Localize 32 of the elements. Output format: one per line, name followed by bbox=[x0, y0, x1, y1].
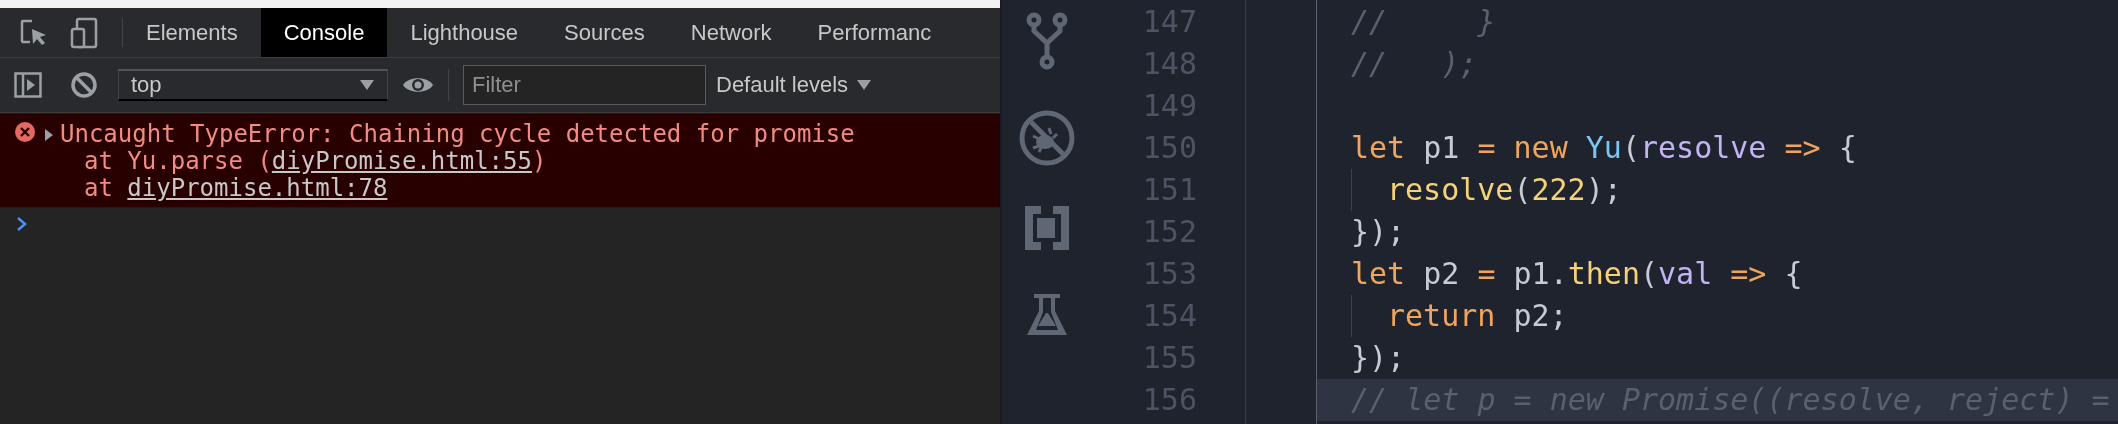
stack-trace-line: at Yu.parse (diyPromise.html:55) bbox=[83, 148, 548, 175]
clear-console-icon[interactable] bbox=[70, 71, 98, 99]
panel-tab[interactable]: Elements bbox=[123, 8, 261, 57]
caret-icon bbox=[359, 79, 375, 91]
panel-tab[interactable]: Sources bbox=[541, 8, 668, 57]
inspect-icon[interactable] bbox=[20, 18, 48, 47]
panel-tab[interactable]: Performanc bbox=[794, 8, 955, 57]
levels-dropdown[interactable]: Default levels bbox=[716, 72, 873, 98]
code-line: // ); bbox=[1350, 45, 1479, 83]
error-icon bbox=[14, 121, 36, 143]
prompt-chevron-icon bbox=[16, 216, 28, 232]
sidebar-toggle-icon[interactable] bbox=[14, 72, 42, 98]
bug-off-icon[interactable] bbox=[1019, 110, 1075, 166]
stack-trace-line: at diyPromise.html:78 bbox=[83, 175, 389, 202]
expand-arrow-icon[interactable] bbox=[44, 127, 54, 142]
panel-tab[interactable]: Console bbox=[260, 8, 388, 57]
code-line: let p2 = p1.then(val => { bbox=[1350, 255, 1804, 293]
code-line: }); bbox=[1350, 213, 1407, 251]
code-line: // } bbox=[1350, 3, 1497, 41]
panel-tab[interactable]: Lighthouse bbox=[387, 8, 542, 57]
panel-tab[interactable]: Network bbox=[667, 8, 795, 57]
source-link[interactable]: diyPromise.html:78 bbox=[127, 174, 388, 202]
device-icon[interactable] bbox=[70, 16, 98, 49]
caret-icon bbox=[856, 79, 873, 91]
error-text: Uncaught TypeError: Chaining cycle detected for promise bbox=[60, 121, 855, 148]
filter-field[interactable]: Filter bbox=[463, 65, 706, 105]
square-bracket-icon[interactable] bbox=[1025, 206, 1069, 250]
code-line: let p1 = new Yu(resolve => { bbox=[1350, 129, 1858, 167]
context-dropdown[interactable]: top bbox=[118, 69, 388, 101]
source-link[interactable]: diyPromise.html:55 bbox=[271, 147, 532, 175]
git-branch-icon[interactable] bbox=[1026, 12, 1068, 70]
code-line: }); bbox=[1350, 339, 1407, 377]
